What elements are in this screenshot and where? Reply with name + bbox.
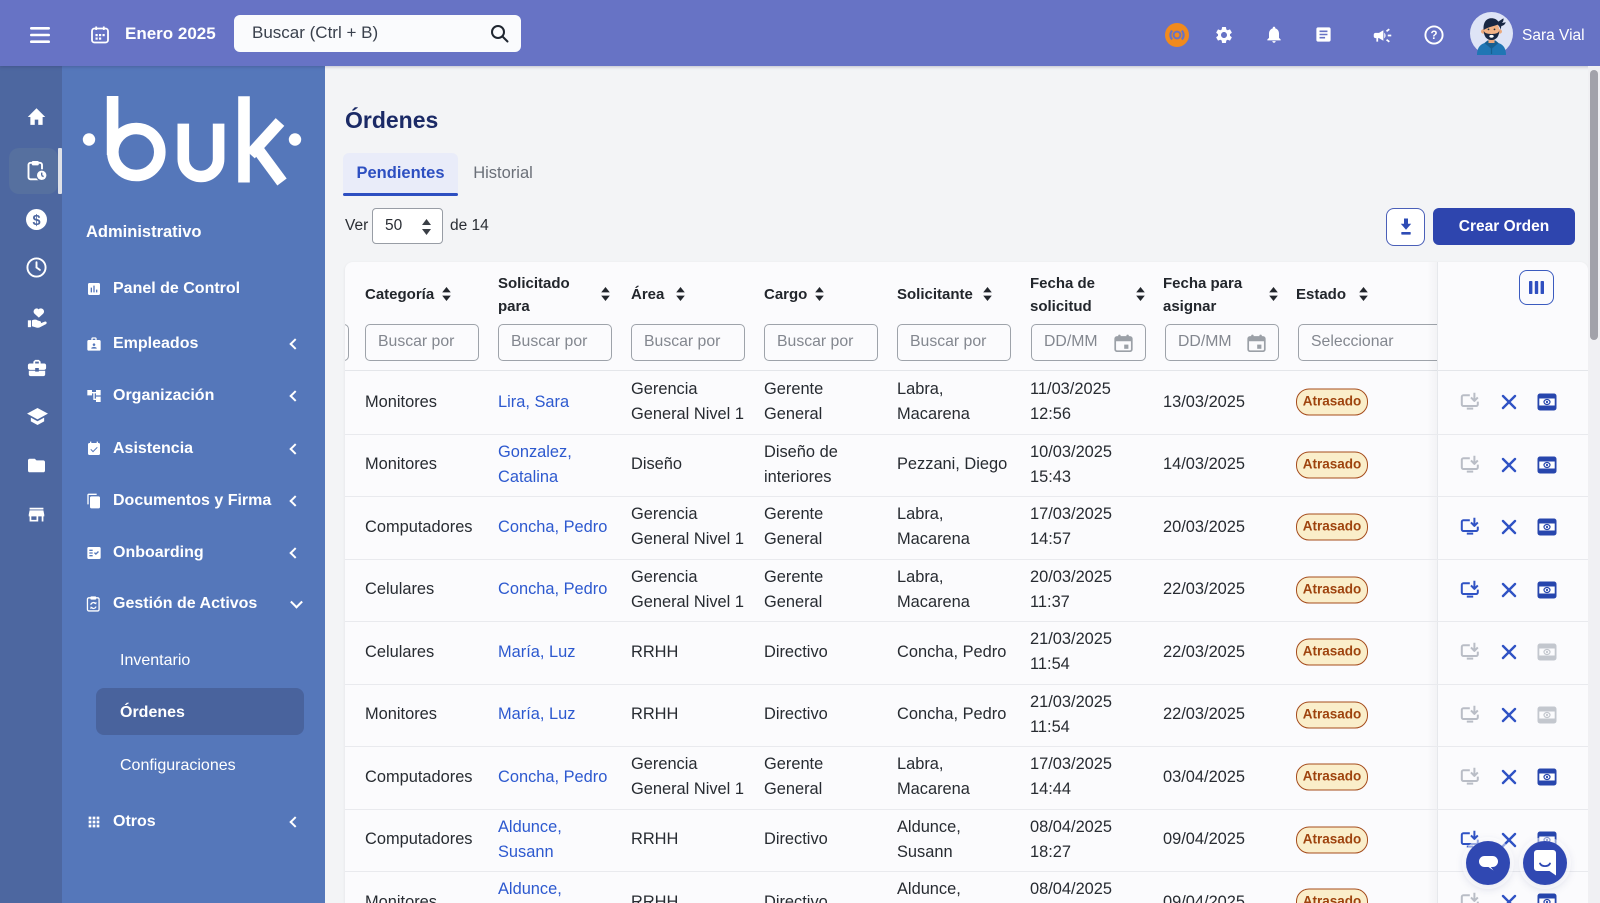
svg-text:?: ? [1430,30,1437,42]
svg-text:$: $ [32,213,40,229]
